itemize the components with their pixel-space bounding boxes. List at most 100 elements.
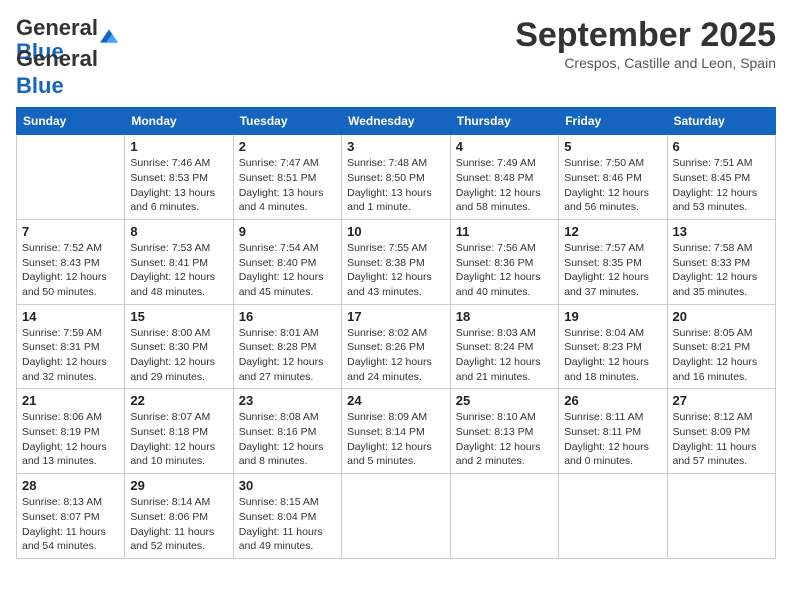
daylight: Daylight: 12 hours and 8 minutes.	[239, 441, 324, 468]
daylight: Daylight: 12 hours and 21 minutes.	[456, 356, 541, 383]
calendar-cell: 17 Sunrise: 8:02 AM Sunset: 8:26 PM Dayl…	[342, 304, 451, 389]
calendar-cell	[17, 135, 125, 220]
header-sunday: Sunday	[17, 108, 125, 135]
logo-icon	[100, 29, 118, 43]
calendar-cell	[342, 474, 451, 559]
day-number: 7	[22, 224, 119, 239]
calendar-cell: 7 Sunrise: 7:52 AM Sunset: 8:43 PM Dayli…	[17, 219, 125, 304]
calendar-week-row: 28 Sunrise: 8:13 AM Sunset: 8:07 PM Dayl…	[17, 474, 776, 559]
calendar-cell: 22 Sunrise: 8:07 AM Sunset: 8:18 PM Dayl…	[125, 389, 233, 474]
calendar-cell: 2 Sunrise: 7:47 AM Sunset: 8:51 PM Dayli…	[233, 135, 341, 220]
sunrise: Sunrise: 7:48 AM	[347, 157, 427, 169]
calendar-cell: 24 Sunrise: 8:09 AM Sunset: 8:14 PM Dayl…	[342, 389, 451, 474]
calendar-cell: 29 Sunrise: 8:14 AM Sunset: 8:06 PM Dayl…	[125, 474, 233, 559]
day-info: Sunrise: 8:03 AM Sunset: 8:24 PM Dayligh…	[456, 326, 553, 385]
daylight: Daylight: 12 hours and 5 minutes.	[347, 441, 432, 468]
sunset: Sunset: 8:24 PM	[456, 341, 534, 353]
daylight: Daylight: 12 hours and 29 minutes.	[130, 356, 215, 383]
day-number: 12	[564, 224, 661, 239]
day-number: 27	[673, 393, 771, 408]
sunrise: Sunrise: 7:58 AM	[673, 242, 753, 254]
day-info: Sunrise: 8:14 AM Sunset: 8:06 PM Dayligh…	[130, 495, 227, 554]
day-info: Sunrise: 7:50 AM Sunset: 8:46 PM Dayligh…	[564, 156, 661, 215]
logo: GeneralBlue General Blue	[16, 16, 118, 99]
calendar-cell: 11 Sunrise: 7:56 AM Sunset: 8:36 PM Dayl…	[450, 219, 558, 304]
calendar-cell: 27 Sunrise: 8:12 AM Sunset: 8:09 PM Dayl…	[667, 389, 776, 474]
sunset: Sunset: 8:33 PM	[673, 257, 751, 269]
sunrise: Sunrise: 8:02 AM	[347, 327, 427, 339]
sunset: Sunset: 8:13 PM	[456, 426, 534, 438]
daylight: Daylight: 12 hours and 56 minutes.	[564, 187, 649, 214]
daylight: Daylight: 12 hours and 35 minutes.	[673, 271, 758, 298]
day-number: 13	[673, 224, 771, 239]
page-header: GeneralBlue General Blue September 2025 …	[16, 16, 776, 99]
day-number: 17	[347, 309, 445, 324]
calendar-cell: 5 Sunrise: 7:50 AM Sunset: 8:46 PM Dayli…	[559, 135, 667, 220]
sunrise: Sunrise: 7:57 AM	[564, 242, 644, 254]
sunrise: Sunrise: 8:05 AM	[673, 327, 753, 339]
location-subtitle: Crespos, Castille and Leon, Spain	[515, 55, 776, 71]
day-number: 14	[22, 309, 119, 324]
calendar-cell: 16 Sunrise: 8:01 AM Sunset: 8:28 PM Dayl…	[233, 304, 341, 389]
sunset: Sunset: 8:18 PM	[130, 426, 208, 438]
day-number: 30	[239, 478, 336, 493]
day-info: Sunrise: 8:02 AM Sunset: 8:26 PM Dayligh…	[347, 326, 445, 385]
sunset: Sunset: 8:40 PM	[239, 257, 317, 269]
daylight: Daylight: 12 hours and 45 minutes.	[239, 271, 324, 298]
header-thursday: Thursday	[450, 108, 558, 135]
calendar-cell: 4 Sunrise: 7:49 AM Sunset: 8:48 PM Dayli…	[450, 135, 558, 220]
calendar-week-row: 21 Sunrise: 8:06 AM Sunset: 8:19 PM Dayl…	[17, 389, 776, 474]
sunrise: Sunrise: 8:07 AM	[130, 411, 210, 423]
daylight: Daylight: 13 hours and 4 minutes.	[239, 187, 324, 214]
sunset: Sunset: 8:36 PM	[456, 257, 534, 269]
sunrise: Sunrise: 8:04 AM	[564, 327, 644, 339]
day-number: 6	[673, 139, 771, 154]
day-info: Sunrise: 8:07 AM Sunset: 8:18 PM Dayligh…	[130, 410, 227, 469]
sunset: Sunset: 8:35 PM	[564, 257, 642, 269]
day-info: Sunrise: 7:47 AM Sunset: 8:51 PM Dayligh…	[239, 156, 336, 215]
day-number: 8	[130, 224, 227, 239]
sunset: Sunset: 8:51 PM	[239, 172, 317, 184]
sunrise: Sunrise: 8:15 AM	[239, 496, 319, 508]
calendar-week-row: 1 Sunrise: 7:46 AM Sunset: 8:53 PM Dayli…	[17, 135, 776, 220]
day-info: Sunrise: 8:09 AM Sunset: 8:14 PM Dayligh…	[347, 410, 445, 469]
day-info: Sunrise: 7:46 AM Sunset: 8:53 PM Dayligh…	[130, 156, 227, 215]
sunrise: Sunrise: 7:55 AM	[347, 242, 427, 254]
daylight: Daylight: 11 hours and 49 minutes.	[239, 526, 323, 553]
daylight: Daylight: 12 hours and 16 minutes.	[673, 356, 758, 383]
daylight: Daylight: 12 hours and 0 minutes.	[564, 441, 649, 468]
calendar-week-row: 14 Sunrise: 7:59 AM Sunset: 8:31 PM Dayl…	[17, 304, 776, 389]
sunset: Sunset: 8:19 PM	[22, 426, 100, 438]
sunrise: Sunrise: 7:50 AM	[564, 157, 644, 169]
sunset: Sunset: 8:48 PM	[456, 172, 534, 184]
sunset: Sunset: 8:09 PM	[673, 426, 751, 438]
day-info: Sunrise: 7:53 AM Sunset: 8:41 PM Dayligh…	[130, 241, 227, 300]
sunset: Sunset: 8:06 PM	[130, 511, 208, 523]
month-title: September 2025	[515, 16, 776, 55]
day-number: 29	[130, 478, 227, 493]
logo-blue: Blue	[16, 73, 64, 98]
daylight: Daylight: 12 hours and 2 minutes.	[456, 441, 541, 468]
sunrise: Sunrise: 8:14 AM	[130, 496, 210, 508]
day-info: Sunrise: 7:54 AM Sunset: 8:40 PM Dayligh…	[239, 241, 336, 300]
day-number: 19	[564, 309, 661, 324]
calendar-cell: 3 Sunrise: 7:48 AM Sunset: 8:50 PM Dayli…	[342, 135, 451, 220]
sunrise: Sunrise: 7:53 AM	[130, 242, 210, 254]
day-info: Sunrise: 8:00 AM Sunset: 8:30 PM Dayligh…	[130, 326, 227, 385]
daylight: Daylight: 12 hours and 32 minutes.	[22, 356, 107, 383]
sunrise: Sunrise: 8:09 AM	[347, 411, 427, 423]
header-friday: Friday	[559, 108, 667, 135]
sunrise: Sunrise: 7:46 AM	[130, 157, 210, 169]
day-info: Sunrise: 8:12 AM Sunset: 8:09 PM Dayligh…	[673, 410, 771, 469]
sunset: Sunset: 8:46 PM	[564, 172, 642, 184]
daylight: Daylight: 12 hours and 43 minutes.	[347, 271, 432, 298]
calendar-cell: 19 Sunrise: 8:04 AM Sunset: 8:23 PM Dayl…	[559, 304, 667, 389]
logo-general: General	[16, 46, 98, 71]
calendar-cell: 21 Sunrise: 8:06 AM Sunset: 8:19 PM Dayl…	[17, 389, 125, 474]
day-info: Sunrise: 7:49 AM Sunset: 8:48 PM Dayligh…	[456, 156, 553, 215]
calendar-cell: 1 Sunrise: 7:46 AM Sunset: 8:53 PM Dayli…	[125, 135, 233, 220]
sunset: Sunset: 8:07 PM	[22, 511, 100, 523]
calendar-cell: 13 Sunrise: 7:58 AM Sunset: 8:33 PM Dayl…	[667, 219, 776, 304]
day-number: 25	[456, 393, 553, 408]
day-info: Sunrise: 7:56 AM Sunset: 8:36 PM Dayligh…	[456, 241, 553, 300]
